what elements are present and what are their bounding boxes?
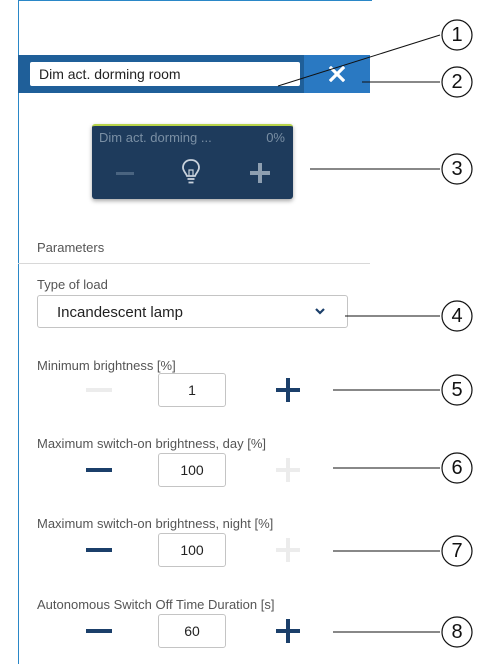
callout-1: 1 — [451, 24, 463, 46]
callout-lines — [277, 19, 473, 648]
callout-5: 5 — [451, 379, 463, 401]
callout-6: 6 — [451, 457, 463, 479]
callout-7: 7 — [451, 540, 463, 562]
callout-3: 3 — [451, 158, 463, 180]
callout-4: 4 — [451, 305, 463, 327]
callout-2: 2 — [451, 71, 463, 93]
callout-8: 8 — [451, 621, 463, 643]
